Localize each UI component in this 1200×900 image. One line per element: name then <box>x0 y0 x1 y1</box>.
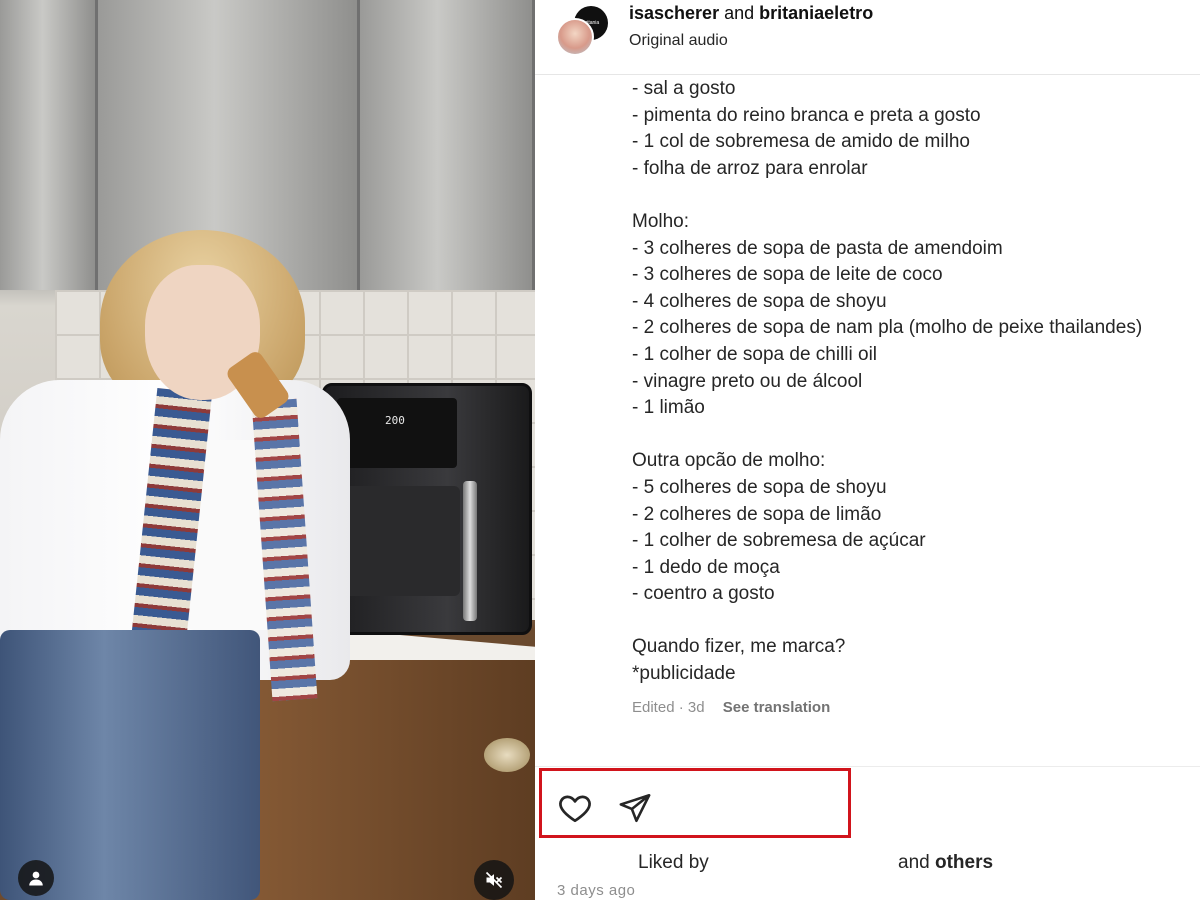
avatar[interactable] <box>556 18 594 56</box>
caption-line: - 1 colher de sopa de chilli oil <box>632 343 878 365</box>
mute-button[interactable] <box>474 860 514 900</box>
share-button[interactable] <box>615 788 655 828</box>
caption-line: - 1 dedo de moça <box>632 556 780 578</box>
caption-line: Molho: <box>632 210 690 232</box>
caption-line: - 4 colheres de sopa de shoyu <box>632 290 887 312</box>
audio-link[interactable]: Original audio <box>629 32 728 50</box>
collab-usernames: isascherer and britaniaeletro <box>629 3 873 24</box>
collab-avatars[interactable]: britania <box>556 6 608 56</box>
and-text: and <box>898 852 930 873</box>
caption-line: - 1 col de sobremesa de amido de milho <box>632 131 970 153</box>
caption-line: *publicidade <box>632 663 736 685</box>
post-caption: - sal a gosto - pimenta do reino branca e… <box>632 76 1192 688</box>
caption-line: - 3 colheres de sopa de leite de coco <box>632 264 943 286</box>
caption-meta: Edited · 3d See translation <box>632 699 830 716</box>
oven-display: 200 <box>385 414 405 427</box>
caption-line: - 1 limão <box>632 397 705 419</box>
username-link[interactable]: britaniaeletro <box>759 3 873 23</box>
and-text: and <box>724 3 755 23</box>
caption-line: - vinagre preto ou de álcool <box>632 370 863 392</box>
likes-summary: and others <box>898 852 993 874</box>
kitchen-cabinet <box>360 0 535 290</box>
heart-outline-icon <box>559 795 591 823</box>
username-link[interactable]: isascherer <box>629 3 719 23</box>
caption-line: - pimenta do reino branca e preta a gost… <box>632 104 981 126</box>
caption-line: - 1 colher de sobremesa de açúcar <box>632 530 926 552</box>
caption-line: - folha de arroz para enrolar <box>632 157 868 179</box>
divider <box>535 766 1200 767</box>
others-link[interactable]: others <box>935 852 993 873</box>
caption-line: - 3 colheres de sopa de pasta de amendoi… <box>632 237 1003 259</box>
cabinet-knob <box>484 738 530 772</box>
post-date: 3 days ago <box>557 882 636 899</box>
woman-figure <box>0 230 360 900</box>
oven-handle <box>463 481 477 621</box>
caption-line: - 2 colheres de sopa de nam pla (molho d… <box>632 317 1143 339</box>
caption-line: Outra opcão de molho: <box>632 450 826 472</box>
paper-plane-icon <box>619 793 651 823</box>
caption-line: - 5 colheres de sopa de shoyu <box>632 476 887 498</box>
post-detail-panel: britania isascherer and britaniaeletro O… <box>535 0 1200 900</box>
post-media[interactable]: 200 <box>0 0 535 900</box>
caption-line: - 2 colheres de sopa de limão <box>632 503 882 525</box>
caption-line: Quando fizer, me marca? <box>632 636 846 658</box>
tagged-users-button[interactable] <box>18 860 54 896</box>
caption-line: - sal a gosto <box>632 78 736 99</box>
like-button[interactable] <box>555 788 595 828</box>
person-icon <box>29 871 43 886</box>
speaker-muted-icon <box>485 871 503 889</box>
liked-by-text: Liked by <box>638 852 709 873</box>
edited-timestamp: Edited · 3d <box>632 699 705 716</box>
caption-line: - coentro a gosto <box>632 583 775 605</box>
post-header: britania isascherer and britaniaeletro O… <box>535 0 1200 75</box>
see-translation-link[interactable]: See translation <box>723 699 831 716</box>
